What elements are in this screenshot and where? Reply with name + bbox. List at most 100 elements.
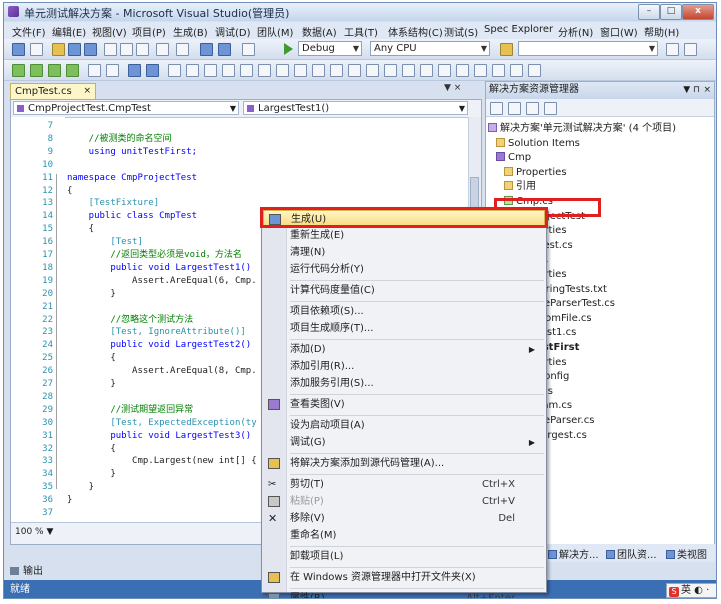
tool-icon[interactable] xyxy=(366,64,379,77)
properties-icon[interactable] xyxy=(490,102,503,115)
project-cmp[interactable]: Cmp xyxy=(496,151,531,164)
menu-data[interactable]: 数据(A) xyxy=(302,24,337,39)
menu-tools[interactable]: 工具(T) xyxy=(344,24,378,39)
tool-icon[interactable] xyxy=(204,64,217,77)
properties-toolbar-icon[interactable] xyxy=(684,43,697,56)
paste-icon[interactable] xyxy=(136,43,149,56)
navigate-forward-icon[interactable] xyxy=(218,43,231,56)
menu-build[interactable]: 生成(B) xyxy=(173,24,208,39)
solution-explorer-toolbar-icon[interactable] xyxy=(666,43,679,56)
view-class-diagram-icon[interactable] xyxy=(544,102,557,115)
tool-icon[interactable] xyxy=(276,64,289,77)
menu-view[interactable]: 视图(V) xyxy=(92,24,127,39)
tool-icon[interactable] xyxy=(384,64,397,77)
save-icon[interactable] xyxy=(68,43,81,56)
tool-icon[interactable] xyxy=(312,64,325,77)
tab-class-view[interactable]: 类视图 xyxy=(666,546,707,561)
cut-icon[interactable] xyxy=(104,43,117,56)
solution-items-folder[interactable]: Solution Items xyxy=(496,137,580,150)
tool-icon[interactable] xyxy=(222,64,235,77)
undo-icon[interactable] xyxy=(156,43,169,56)
tool-icon[interactable] xyxy=(168,64,181,77)
references-folder[interactable]: 引用 xyxy=(504,180,536,193)
menu-team[interactable]: 团队(M) xyxy=(257,24,293,39)
tool-icon[interactable] xyxy=(128,64,141,77)
navigate-back-icon[interactable] xyxy=(200,43,213,56)
tool-icon[interactable] xyxy=(30,64,43,77)
menu-item[interactable]: 重新生成(E) xyxy=(263,227,545,244)
ime-toolbar[interactable]: S英 ◐ · xyxy=(666,583,716,598)
close-icon[interactable]: × xyxy=(703,82,711,98)
menu-item[interactable]: ✕ 移除(V) Del xyxy=(263,510,545,527)
menu-file[interactable]: 文件(F) xyxy=(12,24,46,39)
add-item-icon[interactable] xyxy=(30,43,43,56)
pin-icon[interactable]: ▼ ⊓ xyxy=(683,82,700,98)
zoom-level[interactable]: 100 % ▼ xyxy=(15,527,53,537)
menu-item[interactable]: 查看类图(V) xyxy=(263,396,545,413)
tool-icon[interactable] xyxy=(510,64,523,77)
menu-analyze[interactable]: 分析(N) xyxy=(558,24,593,39)
close-button[interactable]: x xyxy=(682,4,714,20)
class-select[interactable]: CmpProjectTest.CmpTest ▼ xyxy=(13,101,239,115)
solution-node[interactable]: 解决方案'单元测试解决方案' (4 个项目) xyxy=(488,122,676,135)
menu-item[interactable]: 重命名(M) xyxy=(263,527,545,544)
tool-icon[interactable] xyxy=(456,64,469,77)
menu-item[interactable]: 设为启动项目(A) xyxy=(263,417,545,434)
maximize-button[interactable]: □ xyxy=(660,4,682,20)
menu-help[interactable]: 帮助(H) xyxy=(644,24,679,39)
tool-icon[interactable] xyxy=(474,64,487,77)
tab-solution-explorer[interactable]: 解决方... xyxy=(548,546,599,561)
show-all-files-icon[interactable] xyxy=(508,102,521,115)
menu-item[interactable]: 卸载项目(L) xyxy=(263,548,545,565)
menu-edit[interactable]: 编辑(E) xyxy=(52,24,86,39)
tool-icon[interactable] xyxy=(528,64,541,77)
tool-icon[interactable] xyxy=(48,64,61,77)
tool-icon[interactable] xyxy=(492,64,505,77)
copy-icon[interactable] xyxy=(120,43,133,56)
find-in-files-icon[interactable] xyxy=(500,43,513,56)
menu-window[interactable]: 窗口(W) xyxy=(600,24,638,39)
menu-item[interactable]: 在 Windows 资源管理器中打开文件夹(X) xyxy=(263,569,545,586)
member-select[interactable]: LargestTest1() ▼ xyxy=(243,101,468,115)
tab-cmptest-cs[interactable]: CmpTest.cs × xyxy=(10,83,96,99)
menu-item[interactable]: 粘贴(P) Ctrl+V xyxy=(263,493,545,510)
menu-item[interactable]: 添加(D) ▶ xyxy=(263,341,545,358)
menu-item[interactable]: ✂ 剪切(T) Ctrl+X xyxy=(263,476,545,493)
refresh-icon[interactable] xyxy=(526,102,539,115)
menu-item[interactable]: 运行代码分析(Y) xyxy=(263,261,545,278)
menu-project[interactable]: 项目(P) xyxy=(132,24,166,39)
menu-item[interactable]: 项目依赖项(S)... xyxy=(263,303,545,320)
tool-icon[interactable] xyxy=(106,64,119,77)
menu-architecture[interactable]: 体系结构(C) xyxy=(388,24,443,39)
menu-debug[interactable]: 调试(D) xyxy=(215,24,251,39)
tool-icon[interactable] xyxy=(12,64,25,77)
find-icon[interactable] xyxy=(242,43,255,56)
solution-platform-select[interactable]: Any CPU ▼ xyxy=(370,41,490,56)
menu-spec-explorer[interactable]: Spec Explorer xyxy=(484,24,553,35)
solution-configuration-select[interactable]: Debug ▼ xyxy=(298,41,362,56)
menu-item[interactable]: 计算代码度量值(C) xyxy=(263,282,545,299)
tab-dropdown-icon[interactable]: ▼ × xyxy=(444,83,461,93)
find-combo[interactable]: ▼ xyxy=(518,41,658,56)
tool-icon[interactable] xyxy=(240,64,253,77)
menu-item[interactable]: 属性(R) Alt+Enter xyxy=(263,590,545,598)
menu-item[interactable]: 清理(N) xyxy=(263,244,545,261)
menu-item[interactable]: 项目生成顺序(T)... xyxy=(263,320,545,337)
tool-icon[interactable] xyxy=(66,64,79,77)
tool-icon[interactable] xyxy=(186,64,199,77)
tool-icon[interactable] xyxy=(402,64,415,77)
open-file-icon[interactable] xyxy=(52,43,65,56)
redo-icon[interactable] xyxy=(176,43,189,56)
tool-icon[interactable] xyxy=(438,64,451,77)
properties-folder[interactable]: Properties xyxy=(504,166,567,179)
menu-test[interactable]: 测试(S) xyxy=(444,24,478,39)
tab-output[interactable]: 输出 xyxy=(10,565,60,579)
minimize-button[interactable]: – xyxy=(638,4,660,20)
tool-icon[interactable] xyxy=(420,64,433,77)
menu-item[interactable]: 添加服务引用(S)... xyxy=(263,375,545,392)
tool-icon[interactable] xyxy=(146,64,159,77)
tool-icon[interactable] xyxy=(258,64,271,77)
menu-item[interactable]: 将解决方案添加到源代码管理(A)... xyxy=(263,455,545,472)
menu-item[interactable]: 添加引用(R)... xyxy=(263,358,545,375)
tool-icon[interactable] xyxy=(330,64,343,77)
